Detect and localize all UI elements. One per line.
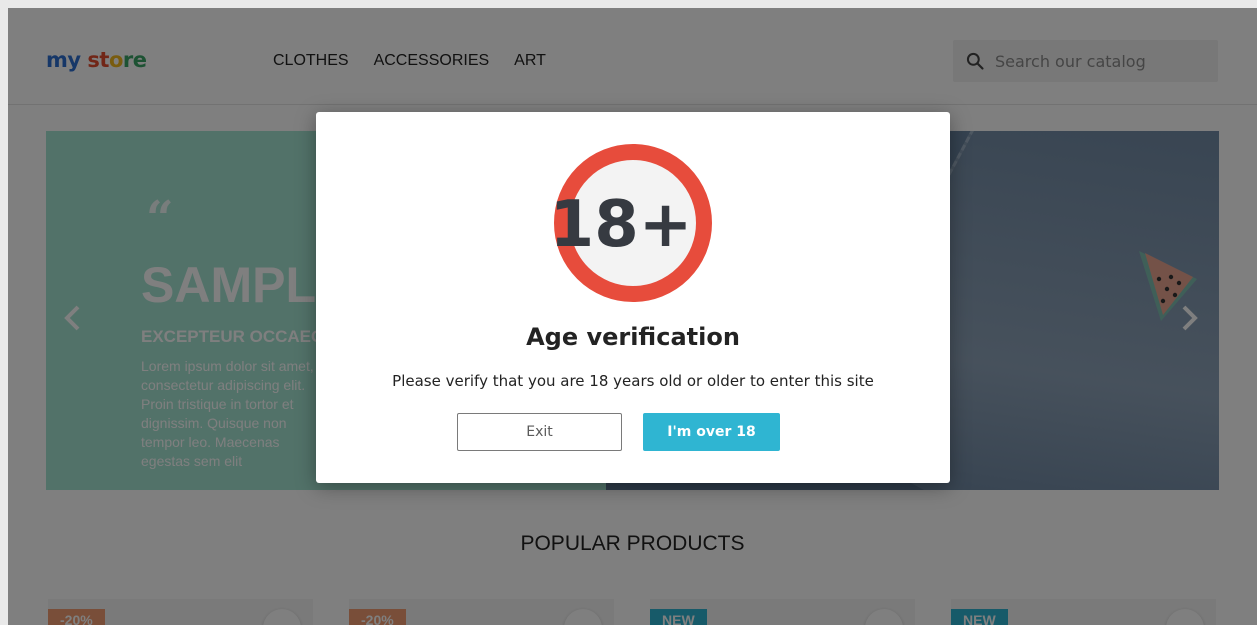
modal-title: Age verification	[526, 323, 740, 351]
modal-message: Please verify that you are 18 years old …	[392, 372, 874, 390]
age-18-plus-icon: 18+	[553, 144, 712, 302]
age-verification-modal: 18+ Age verification Please verify that …	[316, 112, 950, 483]
badge-18-text: 18+	[553, 188, 692, 262]
exit-button[interactable]: Exit	[457, 413, 622, 451]
browser-page: my store CLOTHES ACCESSORIES ART “ SAMPL…	[8, 8, 1257, 625]
confirm-age-button[interactable]: I'm over 18	[643, 413, 780, 451]
